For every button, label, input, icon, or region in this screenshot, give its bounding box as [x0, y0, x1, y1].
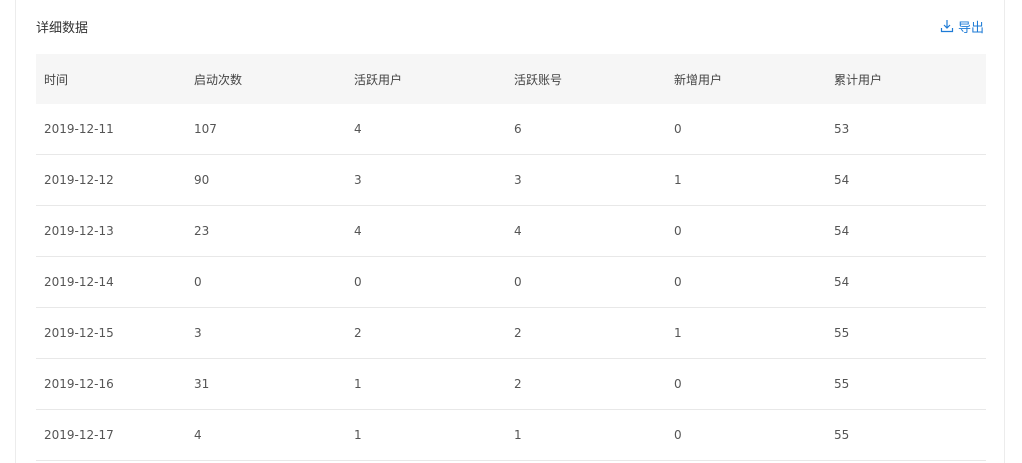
table-row: 2019-12-14 0 0 0 0 54 — [36, 257, 986, 308]
table-header-row: 时间 启动次数 活跃用户 活跃账号 新增用户 累计用户 — [36, 54, 986, 104]
cell-time: 2019-12-11 — [44, 122, 114, 136]
cell-active-accounts: 3 — [514, 173, 522, 187]
download-icon — [940, 19, 954, 33]
column-header-active-users[interactable]: 活跃用户 — [346, 71, 506, 88]
cell-launch-count: 107 — [194, 122, 217, 136]
panel-header: 详细数据 导出 — [36, 14, 984, 38]
table-row: 2019-12-13 23 4 4 0 54 — [36, 206, 986, 257]
cell-active-accounts: 2 — [514, 326, 522, 340]
cell-new-users: 1 — [674, 326, 682, 340]
table-row: 2019-12-11 107 4 6 0 53 — [36, 104, 986, 155]
export-label: 导出 — [957, 20, 984, 36]
cell-active-users: 1 — [354, 377, 362, 391]
cell-total-users: 54 — [834, 173, 850, 187]
cell-active-users: 0 — [354, 275, 362, 289]
panel-title: 详细数据 — [36, 20, 89, 36]
cell-launch-count: 31 — [194, 377, 210, 391]
cell-active-accounts: 4 — [514, 224, 522, 238]
cell-active-accounts: 6 — [514, 122, 522, 136]
export-button[interactable]: 导出 — [940, 17, 984, 36]
cell-new-users: 0 — [674, 122, 682, 136]
cell-active-users: 2 — [354, 326, 362, 340]
column-header-total-users[interactable]: 累计用户 — [826, 71, 986, 88]
column-header-new-users[interactable]: 新增用户 — [666, 71, 826, 88]
cell-active-users: 4 — [354, 224, 362, 238]
cell-new-users: 0 — [674, 428, 682, 442]
table-row: 2019-12-16 31 1 2 0 55 — [36, 359, 986, 410]
cell-time: 2019-12-16 — [44, 377, 114, 391]
table-row: 2019-12-15 3 2 2 1 55 — [36, 308, 986, 359]
cell-total-users: 53 — [834, 122, 850, 136]
column-header-active-accounts[interactable]: 活跃账号 — [506, 71, 666, 88]
cell-time: 2019-12-14 — [44, 275, 114, 289]
cell-launch-count: 4 — [194, 428, 202, 442]
cell-new-users: 0 — [674, 224, 682, 238]
cell-time: 2019-12-15 — [44, 326, 114, 340]
cell-launch-count: 23 — [194, 224, 210, 238]
cell-launch-count: 0 — [194, 275, 202, 289]
cell-active-users: 1 — [354, 428, 362, 442]
table-row: 2019-12-12 90 3 3 1 54 — [36, 155, 986, 206]
table-row: 2019-12-17 4 1 1 0 55 — [36, 410, 986, 461]
cell-time: 2019-12-17 — [44, 428, 114, 442]
cell-total-users: 55 — [834, 428, 850, 442]
detail-data-table: 时间 启动次数 活跃用户 活跃账号 新增用户 累计用户 2019-12-11 1… — [36, 54, 986, 461]
cell-active-users: 4 — [354, 122, 362, 136]
column-header-time[interactable]: 时间 — [36, 71, 186, 88]
cell-active-accounts: 2 — [514, 377, 522, 391]
cell-new-users: 1 — [674, 173, 682, 187]
cell-launch-count: 90 — [194, 173, 210, 187]
cell-new-users: 0 — [674, 377, 682, 391]
cell-time: 2019-12-12 — [44, 173, 114, 187]
cell-active-accounts: 0 — [514, 275, 522, 289]
cell-total-users: 55 — [834, 377, 850, 391]
cell-active-accounts: 1 — [514, 428, 522, 442]
cell-new-users: 0 — [674, 275, 682, 289]
cell-active-users: 3 — [354, 173, 362, 187]
cell-total-users: 54 — [834, 275, 850, 289]
detail-data-panel: 详细数据 导出 时间 启动次数 活跃用户 活跃账号 新增用户 累计用户 2019… — [15, 0, 1005, 463]
column-header-launch-count[interactable]: 启动次数 — [186, 71, 346, 88]
cell-total-users: 55 — [834, 326, 850, 340]
cell-launch-count: 3 — [194, 326, 202, 340]
cell-total-users: 54 — [834, 224, 850, 238]
cell-time: 2019-12-13 — [44, 224, 114, 238]
